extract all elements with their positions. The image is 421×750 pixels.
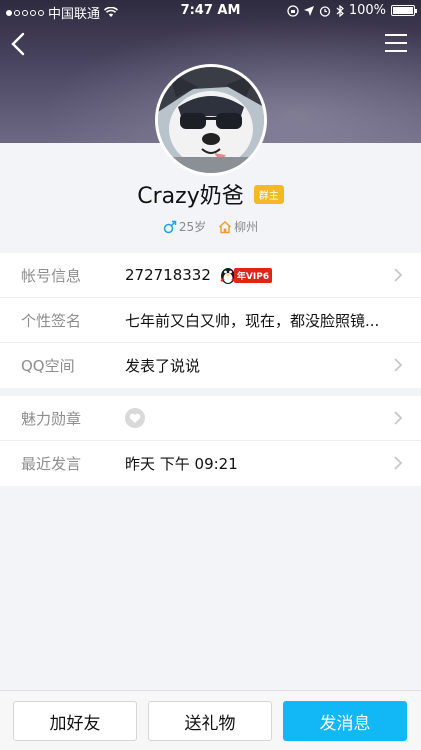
account-number: 272718332 [125, 266, 211, 284]
profile-meta: 25岁 柳州 [0, 218, 421, 235]
account-label: 帐号信息 [21, 266, 82, 285]
qzone-label: QQ空间 [21, 357, 75, 375]
home-icon [219, 220, 232, 233]
husky-avatar-image [158, 67, 264, 173]
action-bar: 加好友 送礼物 发消息 [0, 690, 421, 750]
chevron-right-icon [394, 358, 403, 372]
menu-line [385, 34, 407, 36]
chevron-right-icon [394, 456, 403, 470]
recent-message-row[interactable]: 最近发言 昨天 下午 09:21 [0, 441, 421, 486]
location-info: 柳州 [218, 218, 258, 235]
bluetooth-icon [336, 4, 344, 17]
age-info: 25岁 [163, 218, 206, 235]
account-value-wrap: 272718332 年VIP6 [125, 265, 381, 285]
chevron-left-icon [11, 32, 25, 56]
profile-name-row: Crazy奶爸 群主 [0, 178, 421, 210]
medal-label: 魅力勋章 [21, 409, 82, 428]
send-gift-button[interactable]: 送礼物 [148, 701, 272, 741]
battery-icon [391, 5, 417, 16]
orientation-lock-icon [287, 4, 299, 17]
signature-value: 七年前又白又帅，现在，都没脸照镜... [125, 311, 380, 330]
menu-button[interactable] [385, 34, 407, 52]
role-badge: 群主 [253, 184, 284, 204]
vip-level-text: 年VIP6 [233, 267, 273, 283]
menu-line [385, 50, 407, 52]
male-gender-icon [163, 220, 177, 233]
info-section-primary: 帐号信息 272718332 年VIP6 个性签名 七年前又白又帅，现在，都没脸… [0, 253, 421, 388]
battery-percent: 100% [348, 3, 386, 18]
info-section-secondary: 魅力勋章 最近发言 昨天 下午 09:21 [0, 396, 421, 486]
location-text: 柳州 [234, 220, 259, 234]
chevron-right-icon [394, 411, 403, 425]
add-friend-button[interactable]: 加好友 [13, 701, 137, 741]
recent-value: 昨天 下午 09:21 [125, 455, 238, 473]
send-message-button[interactable]: 发消息 [283, 701, 407, 741]
chevron-right-icon [394, 268, 403, 282]
menu-line [385, 42, 407, 44]
qzone-row[interactable]: QQ空间 发表了说说 [0, 343, 421, 388]
status-right: 100% [287, 3, 417, 18]
age-text: 25岁 [178, 220, 207, 234]
heart-medal-icon [125, 408, 145, 428]
account-row[interactable]: 帐号信息 272718332 年VIP6 [0, 253, 421, 298]
signature-row: 个性签名 七年前又白又帅，现在，都没脸照镜... [0, 298, 421, 343]
profile-name: Crazy奶爸 [137, 184, 244, 209]
back-button[interactable] [8, 30, 32, 58]
status-bar: 中国联通 7:47 AM 100% [0, 0, 421, 22]
location-arrow-icon [303, 5, 314, 16]
alarm-icon [319, 5, 330, 17]
signature-label: 个性签名 [21, 311, 82, 330]
recent-label: 最近发言 [21, 455, 82, 473]
avatar[interactable] [155, 64, 267, 176]
qzone-value: 发表了说说 [125, 357, 201, 375]
medal-row[interactable]: 魅力勋章 [0, 396, 421, 441]
vip-badge: 年VIP6 [219, 265, 273, 285]
medal-value [125, 408, 381, 428]
